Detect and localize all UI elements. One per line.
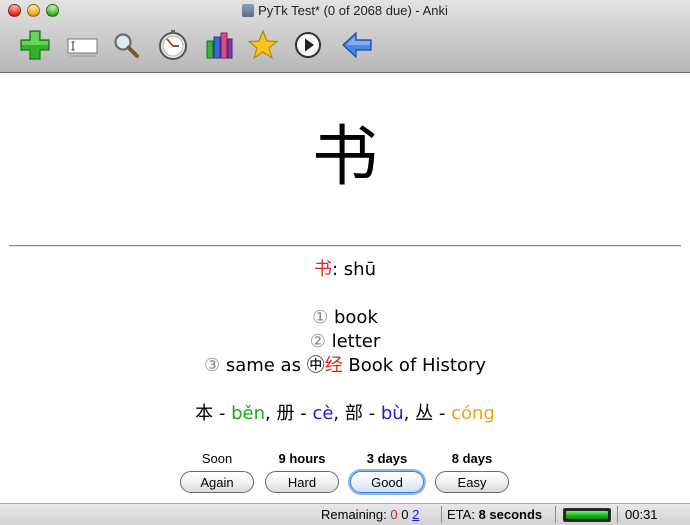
answer-character: 书 (314, 259, 332, 280)
status-separator (617, 506, 618, 523)
related-char: 册 (276, 403, 295, 424)
progress-fill (566, 511, 608, 519)
related-pinyin: cè (312, 403, 334, 424)
definition-text: book (328, 307, 378, 328)
again-interval: Soon (201, 451, 233, 466)
edit-icon (67, 38, 98, 57)
definition-text-post: Book of History (342, 355, 487, 376)
related-pinyin: cóng (451, 403, 495, 424)
remaining-label: Remaining: (321, 507, 387, 522)
timer-icon (159, 30, 187, 60)
definition-1: ① book (0, 307, 690, 329)
answer-pinyin: shū (343, 259, 376, 280)
edit-button[interactable] (62, 27, 102, 63)
eta-label: ETA: (447, 507, 475, 522)
add-icon (20, 30, 50, 60)
back-arrow-icon (342, 31, 372, 59)
review-count: 0 (401, 507, 409, 522)
status-separator (555, 506, 556, 523)
replay-audio-button[interactable] (288, 27, 328, 63)
failed-count: 0 (390, 507, 398, 522)
related-char: 丛 (415, 403, 434, 424)
related-words-line: 本 - běn, 册 - cè, 部 - bù, 丛 - cóng (0, 403, 690, 425)
status-separator (441, 506, 442, 523)
session-timer: 00:31 (625, 507, 658, 522)
window-title: PyTk Test* (0 of 2068 due) - Anki (0, 2, 690, 20)
related-dash: - (433, 403, 452, 424)
mark-button[interactable] (243, 27, 283, 63)
remaining-counts: Remaining: 0 0 2 (321, 507, 419, 523)
hard-button[interactable]: Hard (265, 471, 339, 493)
progress-bar (563, 508, 611, 522)
search-button[interactable] (106, 27, 146, 63)
related-pinyin: běn (231, 403, 266, 424)
timer-button[interactable] (153, 27, 193, 63)
related-char: 本 (195, 403, 214, 424)
back-button[interactable] (337, 27, 377, 63)
definition-number: ③ (203, 355, 221, 376)
definition-text: letter (325, 331, 381, 352)
definition-3: ③ same as ㊥经 Book of History (0, 355, 690, 377)
related-sep: , (403, 403, 416, 424)
definition-number: ② (309, 331, 326, 352)
new-count[interactable]: 2 (412, 507, 419, 522)
easy-interval: 8 days (451, 451, 493, 466)
window-title-text: PyTk Test* (0 of 2068 due) - Anki (258, 3, 448, 18)
add-button[interactable] (15, 27, 55, 63)
window-chrome: PyTk Test* (0 of 2068 due) - Anki (0, 0, 690, 73)
toolbar (0, 27, 690, 67)
definition-text: same as (220, 355, 307, 376)
hard-interval: 9 hours (278, 451, 326, 466)
graphs-button[interactable] (199, 27, 239, 63)
status-bar: Remaining: 0 0 2 ETA: 8 seconds 00:31 (0, 503, 690, 525)
document-icon (242, 4, 255, 17)
again-button[interactable]: Again (180, 471, 254, 493)
related-sep: , (333, 403, 345, 424)
related-char: 部 (344, 403, 363, 424)
definition-tag: ㊥ (306, 355, 325, 376)
card-question: 书 (312, 118, 378, 195)
definition-red-character: 经 (324, 355, 343, 376)
definition-number: ① (312, 307, 329, 328)
question-answer-divider (9, 245, 681, 247)
answer-pinyin-line: 书: shū (0, 259, 690, 281)
related-sep: , (265, 403, 277, 424)
play-icon (295, 32, 321, 58)
easy-button[interactable]: Easy (435, 471, 509, 493)
eta: ETA: 8 seconds (447, 507, 542, 523)
pinyin-separator: : (332, 259, 344, 280)
mark-icon (247, 29, 279, 60)
related-dash: - (362, 403, 381, 424)
eta-value: 8 seconds (478, 507, 543, 522)
related-dash: - (294, 403, 313, 424)
good-button[interactable]: Good (350, 471, 424, 493)
graphs-icon (206, 32, 233, 59)
search-icon (114, 33, 139, 58)
good-interval: 3 days (366, 451, 408, 466)
related-dash: - (213, 403, 232, 424)
related-pinyin: bù (380, 403, 404, 424)
definition-2: ② letter (0, 331, 690, 353)
